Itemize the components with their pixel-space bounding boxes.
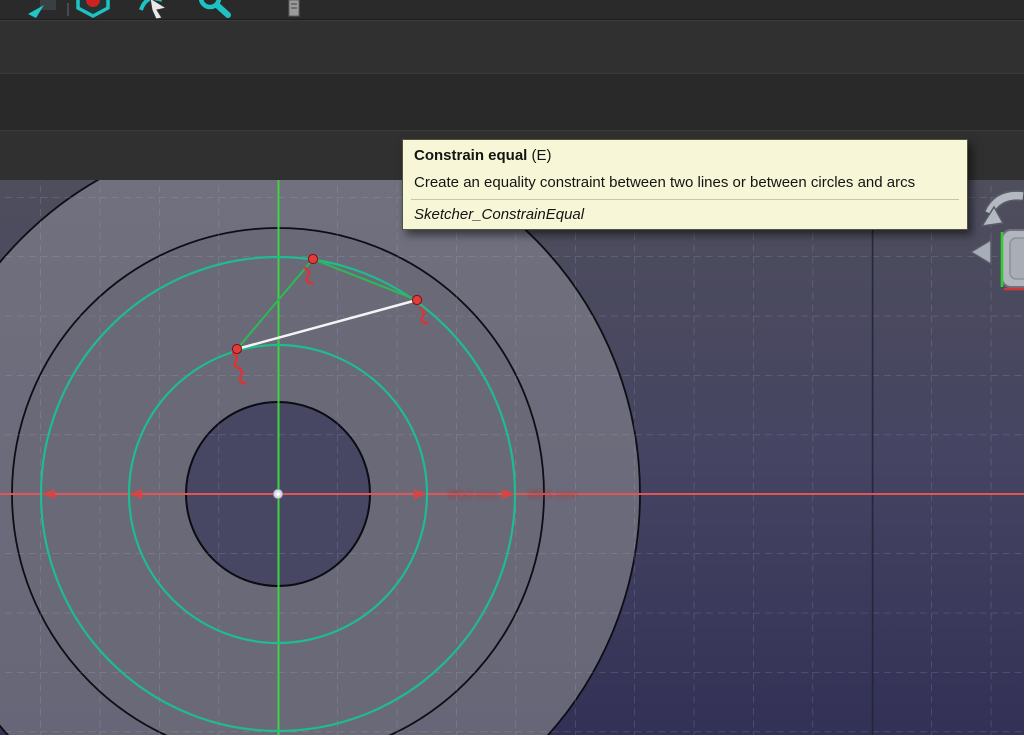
search-icon[interactable] bbox=[198, 0, 231, 18]
tooltip-shortcut: (E) bbox=[531, 147, 552, 164]
top-separator bbox=[67, 3, 69, 16]
toolbar-spacer-row bbox=[0, 20, 1024, 74]
sketcher-3d-viewport[interactable]: Ø50 mm Ø65 mm bbox=[0, 180, 1024, 735]
tooltip-title: Constrain equal bbox=[414, 147, 528, 164]
tooltip-title-line: Constrain equal (E) bbox=[414, 147, 956, 164]
top-toolbar-row bbox=[0, 0, 1024, 20]
diameter-dimension-label[interactable]: Ø50 mm bbox=[448, 487, 498, 502]
clipboard-icon[interactable] bbox=[288, 0, 300, 17]
sketch-origin-point[interactable] bbox=[272, 488, 284, 500]
addon-hexagon-icon[interactable] bbox=[76, 0, 110, 18]
pointer-action-icon[interactable] bbox=[139, 0, 168, 19]
sketcher-toolbar: >> bbox=[0, 73, 1024, 203]
tooltip-constrain-equal: Constrain equal (E) Create an equality c… bbox=[402, 139, 968, 230]
tooltip-description: Create an equality constraint between tw… bbox=[414, 174, 916, 191]
diameter-dimension-label[interactable]: Ø65 mm bbox=[528, 487, 578, 502]
tooltip-command: Sketcher_ConstrainEqual bbox=[414, 206, 585, 223]
nav-cube-inner-face bbox=[1009, 237, 1024, 280]
pointer-tool-icon[interactable] bbox=[28, 0, 56, 18]
tooltip-divider bbox=[411, 199, 959, 200]
